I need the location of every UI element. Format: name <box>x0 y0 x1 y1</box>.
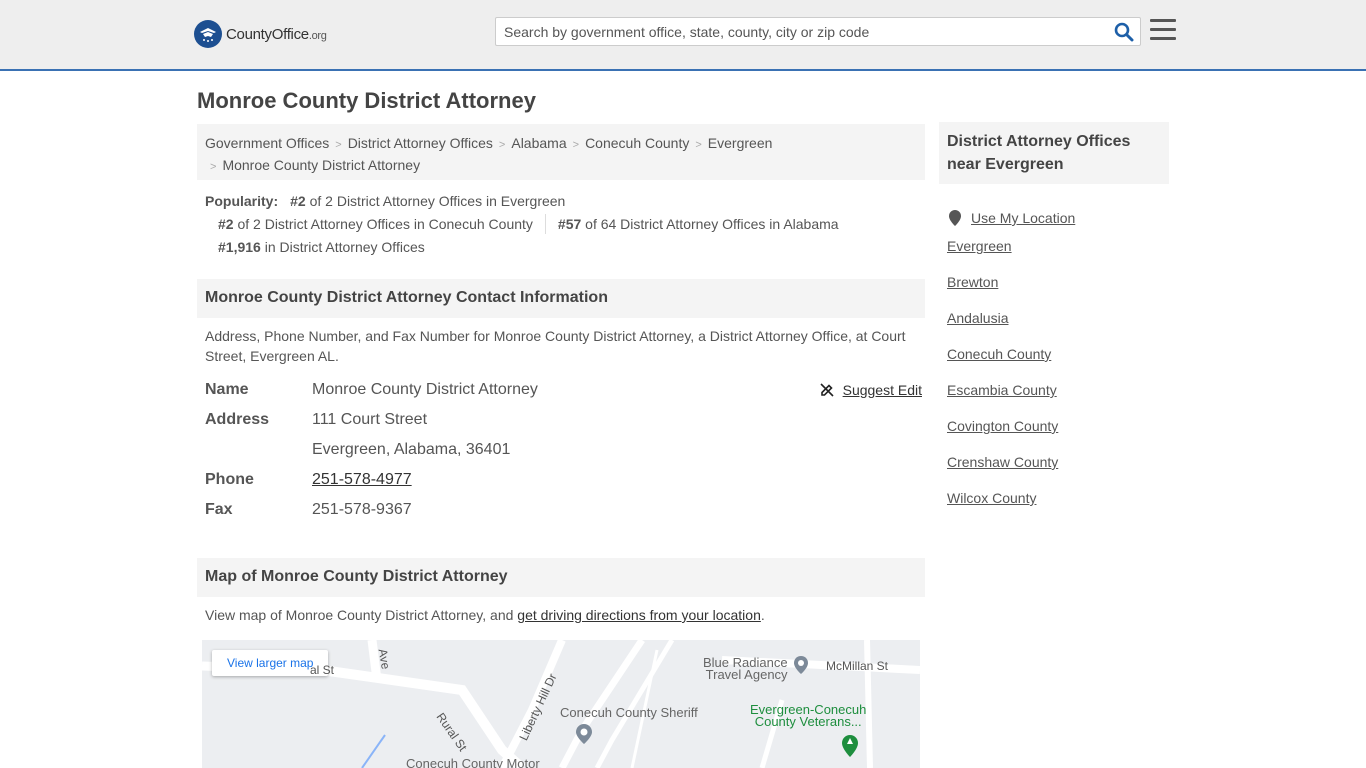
use-my-location-item: Use My Location <box>947 200 1169 236</box>
sidebar-item-conecuh-county[interactable]: Conecuh County <box>947 346 1051 362</box>
site-header: CountyOffice.org <box>0 0 1366 71</box>
sidebar-item-covington-county[interactable]: Covington County <box>947 418 1058 434</box>
breadcrumb-evergreen[interactable]: Evergreen <box>708 135 773 151</box>
site-logo[interactable]: CountyOffice.org <box>194 20 327 48</box>
map-label-mcmillan-st: McMillan St <box>826 659 889 673</box>
contact-row-fax: Fax 251-578-9367 <box>205 495 925 525</box>
address-label: Address <box>205 411 270 428</box>
name-value: Monroe County District Attorney <box>312 381 538 398</box>
map-park-pin-icon <box>842 735 858 757</box>
breadcrumb-alabama[interactable]: Alabama <box>511 135 566 151</box>
popularity-rank-state: #57 of 64 District Attorney Offices in A… <box>557 216 839 232</box>
seal-icon <box>194 20 222 48</box>
popularity-rank-county: #2 of 2 District Attorney Offices in Con… <box>218 216 533 232</box>
suggest-edit-label: Suggest Edit <box>842 382 922 398</box>
map-poi-motor: Conecuh County Motor <box>406 756 540 768</box>
popularity-label: Popularity: <box>205 193 279 209</box>
suggest-edit-link[interactable]: Suggest Edit <box>819 375 922 405</box>
chevron-right-icon: > <box>335 139 342 151</box>
breadcrumb-current: Monroe County District Attorney <box>222 157 421 173</box>
logo-tld: .org <box>308 29 327 42</box>
page-title: Monroe County District Attorney <box>197 88 536 113</box>
sidebar-list: Use My Location Evergreen Brewton Andalu… <box>947 200 1169 524</box>
sidebar-heading: District Attorney Offices near Evergreen <box>939 122 1169 184</box>
logo-main: CountyOffice <box>226 25 309 43</box>
fax-label: Fax <box>205 501 233 518</box>
contact-row-name: Name Monroe County District Attorney Sug… <box>205 375 925 405</box>
breadcrumb: Government Offices > District Attorney Off… <box>197 124 925 180</box>
map-label-street: al St <box>310 663 335 677</box>
search-input[interactable] <box>496 18 1106 45</box>
chevron-right-icon: > <box>210 161 217 173</box>
search-icon[interactable] <box>1114 22 1134 42</box>
phone-label: Phone <box>205 471 254 488</box>
address-line2: Evergreen, Alabama, 36401 <box>312 441 511 458</box>
use-my-location-link[interactable]: Use My Location <box>971 208 1075 228</box>
contact-table: Name Monroe County District Attorney Sug… <box>205 375 925 525</box>
contact-row-phone: Phone 251-578-4977 <box>205 465 925 495</box>
location-pin-icon <box>949 210 961 226</box>
map-pin-icon <box>576 724 592 744</box>
embedded-map[interactable]: View larger map al St Ave Rural St Liber… <box>202 640 920 768</box>
edit-off-icon <box>820 383 834 397</box>
contact-description: Address, Phone Number, and Fax Number fo… <box>205 328 906 364</box>
fax-value: 251-578-9367 <box>312 501 412 518</box>
name-label: Name <box>205 381 249 398</box>
popularity-rank-city: #2 of 2 District Attorney Offices in Eve… <box>290 193 566 209</box>
popularity-rank-national: #1,916 in District Attorney Offices <box>218 239 425 255</box>
map-poi-sheriff: Conecuh County Sheriff <box>560 705 698 720</box>
sidebar-item-wilcox-county[interactable]: Wilcox County <box>947 490 1036 506</box>
chevron-right-icon: > <box>695 139 702 151</box>
sidebar-item-andalusia[interactable]: Andalusia <box>947 310 1009 326</box>
address-line1: 111 Court Street <box>312 411 428 428</box>
map-pin-icon <box>794 656 808 674</box>
map-heading: Map of Monroe County District Attorney <box>197 558 925 597</box>
driving-directions-link[interactable]: get driving directions from your locatio… <box>517 607 761 623</box>
breadcrumb-conecuh-county[interactable]: Conecuh County <box>585 135 689 151</box>
popularity: Popularity: #2 of 2 District Attorney Of… <box>205 192 925 256</box>
contact-row-address: Address 111 Court Street <box>205 405 925 435</box>
map-description: View map of Monroe County District Attor… <box>205 607 765 623</box>
logo-text: CountyOffice.org <box>226 26 327 43</box>
divider <box>544 214 546 234</box>
breadcrumb-district-attorney-offices[interactable]: District Attorney Offices <box>348 135 493 151</box>
contact-row-address2: Evergreen, Alabama, 36401 <box>205 435 925 465</box>
search-bar <box>495 17 1141 46</box>
map-poi-veterans: Evergreen-Conecuh County Veterans... <box>750 702 867 729</box>
sidebar-item-escambia-county[interactable]: Escambia County <box>947 382 1057 398</box>
chevron-right-icon: > <box>498 139 506 151</box>
map-poi-blue-radiance: Blue Radiance Travel Agency <box>703 655 788 682</box>
phone-link[interactable]: 251-578-4977 <box>312 471 412 488</box>
sidebar-item-evergreen[interactable]: Evergreen <box>947 238 1012 254</box>
contact-heading: Monroe County District Attorney Contact … <box>197 279 925 318</box>
sidebar-item-crenshaw-county[interactable]: Crenshaw County <box>947 454 1058 470</box>
sidebar-item-brewton[interactable]: Brewton <box>947 274 998 290</box>
breadcrumb-government-offices[interactable]: Government Offices <box>205 135 329 151</box>
chevron-right-icon: > <box>572 139 580 151</box>
hamburger-menu-icon[interactable] <box>1150 19 1176 43</box>
